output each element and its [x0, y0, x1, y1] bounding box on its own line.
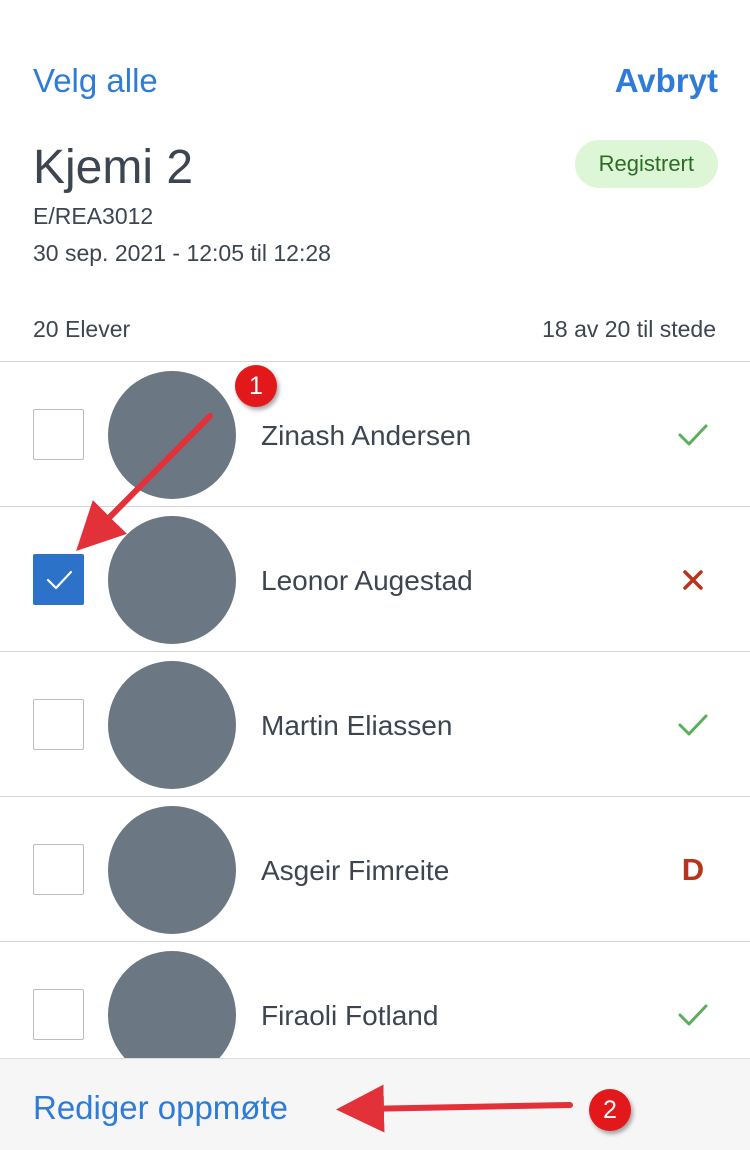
avatar: [108, 516, 236, 644]
student-row[interactable]: Martin Eliassen: [0, 652, 750, 797]
cancel-button[interactable]: Avbryt: [615, 62, 718, 100]
present-count: 18 av 20 til stede: [542, 316, 716, 342]
bottom-bar: Rediger oppmøte: [0, 1058, 750, 1150]
avatar: [108, 806, 236, 934]
top-bar: Velg alle Avbryt: [0, 0, 750, 130]
student-list: Zinash Andersen Leonor Augestad Martin E…: [0, 361, 750, 1058]
student-checkbox[interactable]: [33, 554, 84, 605]
student-row[interactable]: Leonor Augestad: [0, 507, 750, 652]
status-badge: Registrert: [574, 140, 718, 188]
annotation-marker-1: 1: [235, 365, 277, 407]
page-title: Kjemi 2: [33, 141, 194, 194]
student-checkbox[interactable]: [33, 409, 84, 460]
status-letter: D: [681, 852, 705, 887]
student-checkbox[interactable]: [33, 989, 84, 1040]
course-code: E/REA3012: [33, 203, 154, 229]
student-row[interactable]: Asgeir Fimreite D: [0, 797, 750, 942]
student-name: Asgeir Fimreite: [261, 855, 450, 886]
student-name: Leonor Augestad: [261, 565, 473, 596]
avatar: [108, 371, 236, 499]
check-icon: [676, 418, 710, 452]
student-name: Martin Eliassen: [261, 710, 453, 741]
checkmark-icon: [46, 570, 73, 590]
check-icon: [676, 708, 710, 742]
student-row[interactable]: Zinash Andersen: [0, 362, 750, 507]
student-checkbox[interactable]: [33, 699, 84, 750]
student-row[interactable]: Firaoli Fotland: [0, 942, 750, 1058]
select-all-button[interactable]: Velg alle: [33, 62, 158, 100]
check-icon: [676, 998, 710, 1032]
lesson-time: 30 sep. 2021 - 12:05 til 12:28: [33, 240, 331, 266]
student-name: Firaoli Fotland: [261, 1000, 439, 1031]
student-name: Zinash Andersen: [261, 420, 472, 451]
annotation-marker-2: 2: [589, 1089, 631, 1131]
edit-attendance-button[interactable]: Rediger oppmøte: [33, 1089, 288, 1127]
avatar: [108, 661, 236, 789]
student-count: 20 Elever: [33, 316, 131, 342]
student-checkbox[interactable]: [33, 844, 84, 895]
avatar: [108, 951, 236, 1058]
cross-icon: [676, 563, 710, 597]
